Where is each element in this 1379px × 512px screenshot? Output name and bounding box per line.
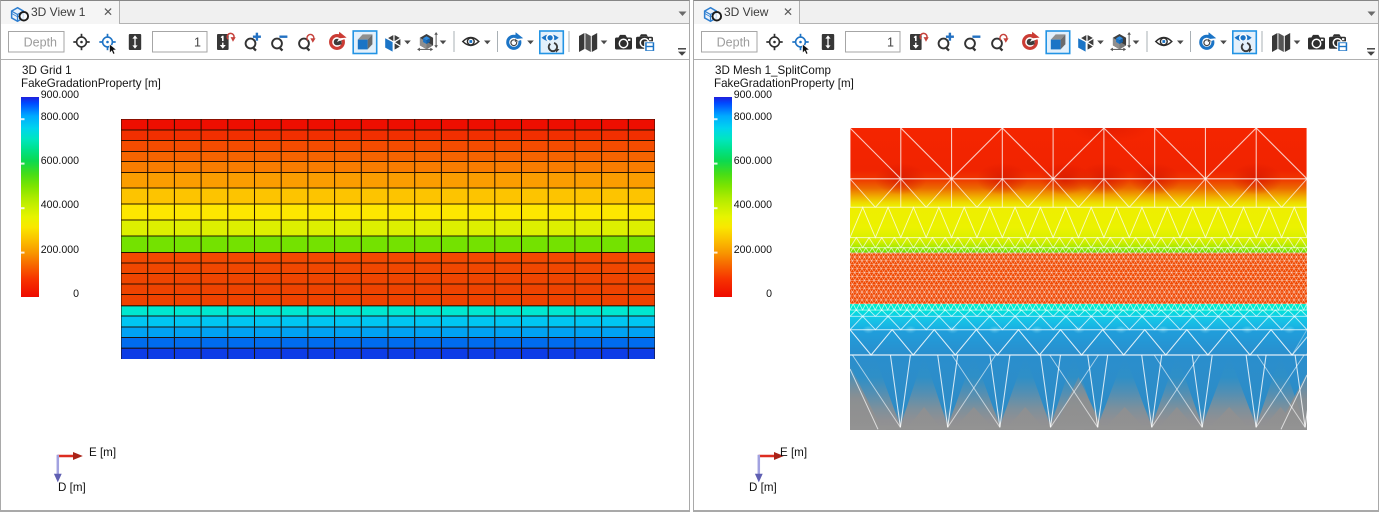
svg-text:1: 1 — [887, 36, 894, 50]
svg-text:Depth: Depth — [24, 36, 57, 50]
svg-text:Depth: Depth — [717, 36, 750, 50]
svg-text:1: 1 — [194, 36, 201, 50]
